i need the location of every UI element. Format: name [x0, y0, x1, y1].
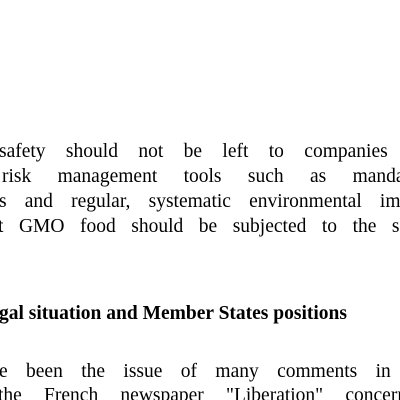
body-text-line: safety should not be left to companies b… — [0, 141, 400, 162]
body-text-line: e been the issue of many comments in the — [0, 361, 400, 382]
body-text-line: s and regular, systematic environmental … — [0, 191, 400, 212]
body-text-line: t GMO food should be subjected to the sa… — [0, 216, 400, 237]
body-text-line: risk management tools such as mandatory — [2, 166, 400, 187]
document-page: safety should not be left to companies b… — [0, 0, 400, 400]
section-heading: gal situation and Member States position… — [0, 303, 347, 324]
body-text-line: the French newspaper "Liberation" concer… — [0, 385, 400, 400]
